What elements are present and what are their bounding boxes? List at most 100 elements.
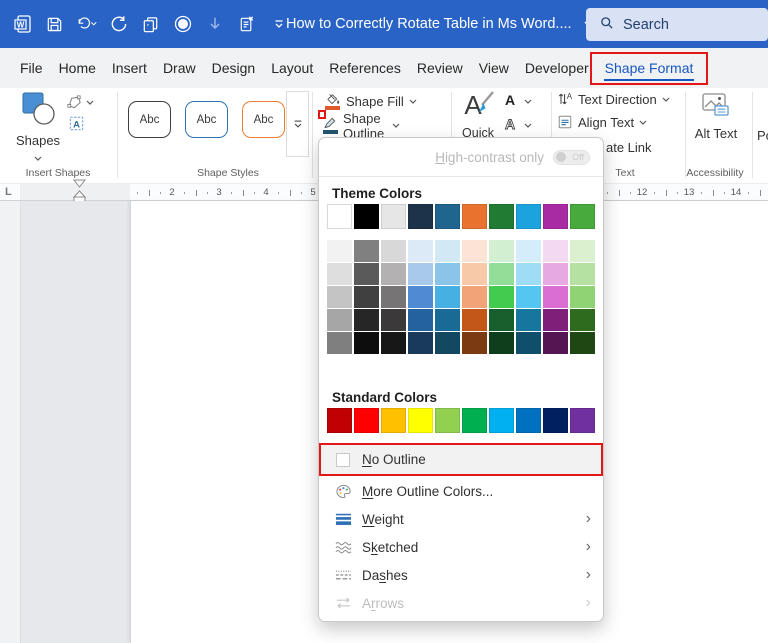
theme-shade-swatch[interactable] [543,309,568,331]
standard-color-swatch[interactable] [381,408,406,433]
theme-color-swatch[interactable] [543,204,568,229]
theme-shade-swatch[interactable] [516,332,541,354]
more-styles-button[interactable] [286,91,309,157]
text-outline-button[interactable]: A [505,116,532,134]
theme-shade-swatch[interactable] [381,332,406,354]
theme-shade-swatch[interactable] [516,240,541,262]
standard-color-swatch[interactable] [327,408,352,433]
theme-shade-swatch[interactable] [435,309,460,331]
standard-color-swatch[interactable] [543,408,568,433]
theme-shade-swatch[interactable] [489,309,514,331]
theme-color-swatch[interactable] [570,204,595,229]
theme-shade-swatch[interactable] [489,286,514,308]
tab-insert[interactable]: Insert [104,48,155,88]
shape-style-2[interactable]: Abc [185,101,228,138]
standard-color-swatch[interactable] [489,408,514,433]
theme-shade-swatch[interactable] [543,240,568,262]
theme-shade-swatch[interactable] [327,286,352,308]
theme-shade-swatch[interactable] [435,286,460,308]
theme-shade-swatch[interactable] [570,240,595,262]
tab-draw[interactable]: Draw [155,48,204,88]
theme-shade-swatch[interactable] [408,263,433,285]
theme-shade-swatch[interactable] [570,286,595,308]
theme-shade-swatch[interactable] [408,240,433,262]
shape-style-3[interactable]: Abc [242,101,285,138]
theme-shade-swatch[interactable] [435,240,460,262]
theme-shade-swatch[interactable] [354,263,379,285]
theme-shade-swatch[interactable] [516,263,541,285]
undo-icon[interactable] [76,14,97,35]
theme-shade-swatch[interactable] [570,309,595,331]
word-logo-icon[interactable]: W [12,14,33,35]
theme-shade-swatch[interactable] [327,240,352,262]
theme-shade-swatch[interactable] [462,263,487,285]
theme-shade-swatch[interactable] [408,332,433,354]
theme-shade-swatch[interactable] [570,332,595,354]
theme-shade-swatch[interactable] [354,332,379,354]
redo-icon[interactable] [108,14,129,35]
document-title[interactable]: How to Correctly Rotate Table in Ms Word… [286,0,595,48]
theme-color-swatch[interactable] [435,204,460,229]
theme-color-swatch[interactable] [381,204,406,229]
position-label-fragment[interactable]: Po [757,128,768,143]
theme-color-swatch[interactable] [408,204,433,229]
theme-shade-swatch[interactable] [462,240,487,262]
standard-color-swatch[interactable] [435,408,460,433]
theme-shade-swatch[interactable] [543,286,568,308]
standard-color-swatch[interactable] [462,408,487,433]
menu-item-more-outline-colors[interactable]: More Outline Colors... [319,479,603,503]
tab-developer[interactable]: Developer [517,48,597,88]
down-arrow-icon[interactable] [204,14,225,35]
theme-color-swatch[interactable] [462,204,487,229]
theme-shade-swatch[interactable] [462,309,487,331]
theme-color-swatch[interactable] [354,204,379,229]
theme-shade-swatch[interactable] [381,263,406,285]
menu-item-dashes[interactable]: Dashes › [319,563,603,587]
align-text-button[interactable]: Align Text [557,114,647,130]
theme-color-swatch[interactable] [489,204,514,229]
theme-shade-swatch[interactable] [354,286,379,308]
shapes-button[interactable]: Shapes [12,90,64,166]
theme-shade-swatch[interactable] [435,332,460,354]
create-link-label-fragment[interactable]: ate Link [606,140,652,155]
theme-shade-swatch[interactable] [354,240,379,262]
standard-color-swatch[interactable] [570,408,595,433]
tab-shape-format[interactable]: Shape Format [589,48,709,88]
vertical-ruler[interactable] [0,201,21,643]
theme-shade-swatch[interactable] [489,240,514,262]
tab-layout[interactable]: Layout [263,48,321,88]
theme-shade-swatch[interactable] [570,263,595,285]
menu-item-weight[interactable]: Weight › [319,507,603,531]
theme-shade-swatch[interactable] [516,286,541,308]
theme-color-swatch[interactable] [327,204,352,229]
menu-item-no-outline[interactable]: No Outline [319,443,603,476]
edit-shape-button[interactable] [66,94,94,111]
theme-shade-swatch[interactable] [462,286,487,308]
theme-shade-swatch[interactable] [435,263,460,285]
tab-home[interactable]: Home [51,48,104,88]
theme-shade-swatch[interactable] [462,332,487,354]
quick-styles-button[interactable]: A Quick [457,89,499,140]
tab-review[interactable]: Review [409,48,471,88]
theme-shade-swatch[interactable] [543,332,568,354]
tab-design[interactable]: Design [204,48,264,88]
tab-selector[interactable]: L [5,186,12,198]
tab-references[interactable]: References [321,48,409,88]
theme-shade-swatch[interactable] [354,309,379,331]
theme-shade-swatch[interactable] [543,263,568,285]
standard-color-swatch[interactable] [354,408,379,433]
theme-shade-swatch[interactable] [408,309,433,331]
theme-shade-swatch[interactable] [408,286,433,308]
text-fill-button[interactable]: A [505,92,532,110]
standard-color-swatch[interactable] [516,408,541,433]
shape-fill-button[interactable]: Shape Fill [323,91,417,112]
theme-shade-swatch[interactable] [489,263,514,285]
paste-icon[interactable] [236,14,257,35]
copy-icon[interactable] [140,14,161,35]
text-direction-button[interactable]: A Text Direction [557,91,670,107]
tab-file[interactable]: File [12,48,51,88]
theme-shade-swatch[interactable] [327,309,352,331]
menu-item-sketched[interactable]: Sketched › [319,535,603,559]
tab-view[interactable]: View [471,48,517,88]
theme-shade-swatch[interactable] [381,286,406,308]
